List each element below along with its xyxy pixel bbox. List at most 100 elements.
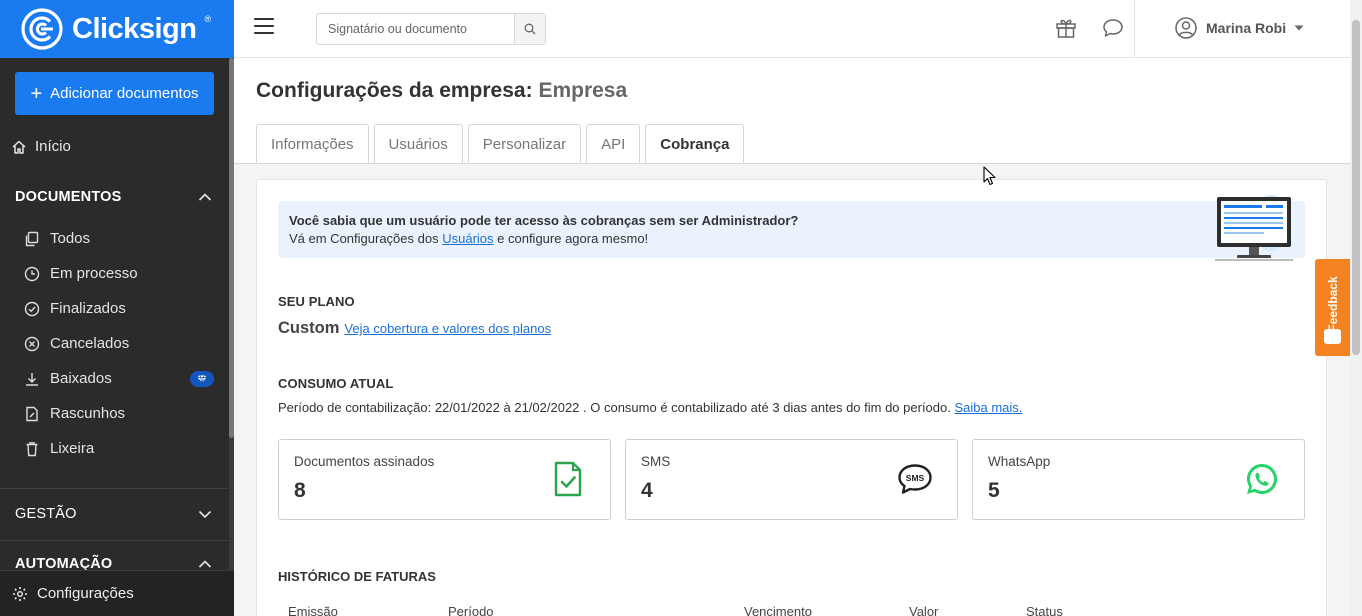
column-header-emissao: Emissão [288, 604, 338, 616]
column-header-valor: Valor [909, 604, 939, 616]
sidebar-item-label: Início [35, 138, 71, 155]
stat-value: 5 [988, 479, 1000, 502]
plans-coverage-link[interactable]: Veja cobertura e valores dos planos [344, 321, 551, 336]
management-section-toggle[interactable]: GESTÃO [0, 499, 228, 529]
sidebar-item-label: Todos [50, 230, 91, 247]
sidebar-item-label: Em processo [50, 265, 138, 282]
add-documents-button[interactable]: + Adicionar documentos [15, 72, 214, 115]
plan-name: Custom [278, 319, 340, 337]
stat-card-whatsapp: WhatsApp 5 [972, 439, 1305, 520]
premium-badge [190, 370, 214, 387]
caret-down-icon [1294, 25, 1304, 31]
banner-text-before: Vá em Configurações dos [289, 231, 439, 246]
draft-icon [24, 406, 40, 422]
sidebar-item-em-processo[interactable]: Em processo [24, 265, 214, 282]
user-avatar-icon [1175, 17, 1197, 39]
tab-content: Você sabia que um usuário pode ter acess… [234, 164, 1350, 616]
settings-label: Configurações [37, 585, 134, 602]
menu-icon[interactable] [254, 18, 274, 34]
brand-name: Clicksign [72, 12, 197, 45]
copy-icon [24, 231, 40, 247]
sidebar-item-cancelados[interactable]: Cancelados [24, 335, 214, 352]
svg-text:SMS: SMS [906, 473, 925, 483]
plan-line: Custom Veja cobertura e valores dos plan… [278, 319, 551, 338]
gift-icon[interactable] [1054, 16, 1078, 40]
search-button[interactable] [514, 14, 545, 44]
period-description: Período de contabilização: 22/01/2022 à … [278, 400, 951, 415]
document-check-icon [550, 460, 586, 498]
chat-icon[interactable] [1101, 16, 1125, 40]
banner-title: Você sabia que um usuário pode ter acess… [289, 213, 799, 228]
search-box [316, 13, 546, 45]
sidebar-item-label: Finalizados [50, 300, 126, 317]
user-menu[interactable]: Marina Robi [1174, 16, 1304, 40]
diamond-icon [196, 374, 208, 384]
whatsapp-icon [1244, 460, 1280, 498]
users-link[interactable]: Usuários [442, 231, 493, 246]
sidebar-item-label: Rascunhos [50, 405, 126, 422]
stat-value: 8 [294, 479, 306, 502]
tab-personalizar[interactable]: Personalizar [467, 124, 582, 163]
sidebar: Clicksign ® + Adicionar documentos Iníci… [0, 0, 234, 616]
feedback-button[interactable]: Feedback [1315, 259, 1350, 356]
main-content: Configurações da empresa: Empresa Inform… [234, 59, 1350, 616]
column-header-vencimento: Vencimento [744, 604, 812, 616]
stat-label: SMS [641, 454, 671, 469]
period-text: Período de contabilização: 22/01/2022 à … [278, 400, 1022, 415]
settings-tabs: Informações Usuários Personalizar API Co… [256, 124, 745, 164]
consumption-section-title: CONSUMO ATUAL [278, 376, 394, 391]
chevron-up-icon [198, 560, 212, 568]
stat-label: Documentos assinados [294, 454, 435, 469]
banner-text-after: e configure agora mesmo! [497, 231, 649, 246]
info-banner: Você sabia que um usuário pode ter acess… [278, 195, 1305, 261]
stat-label: WhatsApp [988, 454, 1051, 469]
sidebar-item-baixados[interactable]: Baixados [24, 370, 214, 387]
monitor-illustration-icon [1215, 195, 1293, 261]
sidebar-divider [0, 540, 228, 541]
sidebar-item-lixeira[interactable]: Lixeira [24, 440, 214, 457]
sidebar-item-finalizados[interactable]: Finalizados [24, 300, 214, 317]
documents-section-toggle[interactable]: DOCUMENTOS [0, 182, 228, 212]
plus-icon: + [30, 82, 43, 105]
page-scrollbar[interactable] [1350, 0, 1362, 616]
sidebar-item-label: Lixeira [50, 440, 95, 457]
stat-card-documents: Documentos assinados 8 [278, 439, 611, 520]
stat-value: 4 [641, 479, 653, 502]
chevron-down-icon [198, 510, 212, 519]
banner-text: Vá em Configurações dos Usuários e confi… [289, 231, 648, 246]
home-icon [12, 140, 26, 154]
sidebar-divider [0, 488, 228, 489]
topbar-divider [1134, 0, 1135, 58]
search-input[interactable] [317, 14, 514, 44]
sidebar-item-settings[interactable]: Configurações [0, 570, 234, 616]
invoice-history-title: HISTÓRICO DE FATURAS [278, 569, 436, 584]
section-label: DOCUMENTOS [15, 189, 122, 205]
section-label: GESTÃO [15, 506, 77, 522]
search-icon [524, 23, 536, 35]
check-circle-icon [24, 301, 40, 317]
tab-informacoes[interactable]: Informações [256, 124, 369, 163]
mouse-cursor-icon [983, 166, 996, 186]
x-circle-icon [24, 336, 40, 352]
sidebar-item-todos[interactable]: Todos [24, 230, 214, 247]
sidebar-item-home[interactable]: Início [11, 138, 71, 155]
tab-api[interactable]: API [586, 124, 641, 163]
plan-section-title: SEU PLANO [278, 294, 355, 309]
download-icon [24, 371, 40, 387]
gear-icon [13, 586, 27, 601]
page-scrollbar-thumb[interactable] [1352, 20, 1360, 355]
user-name: Marina Robi [1206, 20, 1287, 36]
sidebar-item-rascunhos[interactable]: Rascunhos [24, 405, 214, 422]
tab-usuarios[interactable]: Usuários [373, 124, 463, 163]
feedback-smile-icon [1324, 329, 1341, 344]
brand-header[interactable]: Clicksign ® [0, 0, 234, 58]
sms-icon: SMS [897, 460, 933, 498]
page-title-prefix: Configurações da empresa: [256, 79, 533, 102]
column-header-status: Status [1026, 604, 1063, 616]
sidebar-item-label: Cancelados [50, 335, 130, 352]
feedback-label: Feedback [1326, 276, 1340, 332]
top-bar: Marina Robi [234, 0, 1350, 58]
learn-more-link[interactable]: Saiba mais. [954, 400, 1022, 415]
tab-cobranca[interactable]: Cobrança [645, 124, 745, 164]
page-title: Configurações da empresa: Empresa [256, 79, 627, 103]
